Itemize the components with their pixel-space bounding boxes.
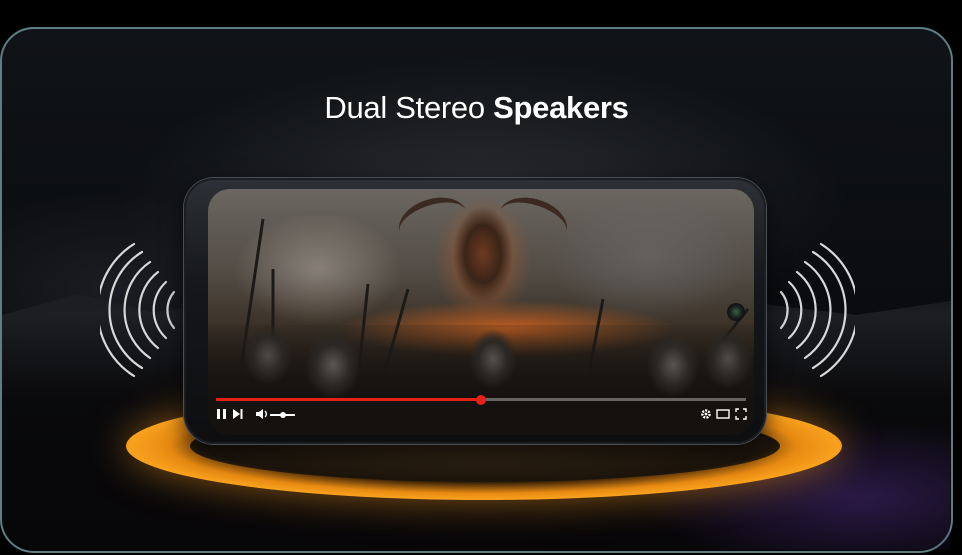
gear-icon[interactable] (700, 408, 712, 420)
headline-bold: Speakers (493, 90, 629, 125)
next-icon[interactable] (232, 408, 244, 420)
pause-icon[interactable] (216, 408, 228, 420)
progress-scrubber[interactable] (476, 395, 486, 405)
headline-light: Dual Stereo (324, 90, 485, 125)
headline: Dual Stereo Speakers (0, 90, 953, 126)
theater-mode-icon[interactable] (716, 409, 730, 419)
progress-fill (216, 398, 481, 401)
sound-waves-left-icon (100, 242, 176, 378)
volume-icon[interactable] (255, 408, 269, 420)
army-silhouettes (208, 325, 754, 435)
fullscreen-icon[interactable] (735, 408, 747, 420)
volume-knob[interactable] (279, 412, 286, 418)
sound-waves-right-icon (779, 242, 855, 378)
front-camera (729, 305, 743, 319)
